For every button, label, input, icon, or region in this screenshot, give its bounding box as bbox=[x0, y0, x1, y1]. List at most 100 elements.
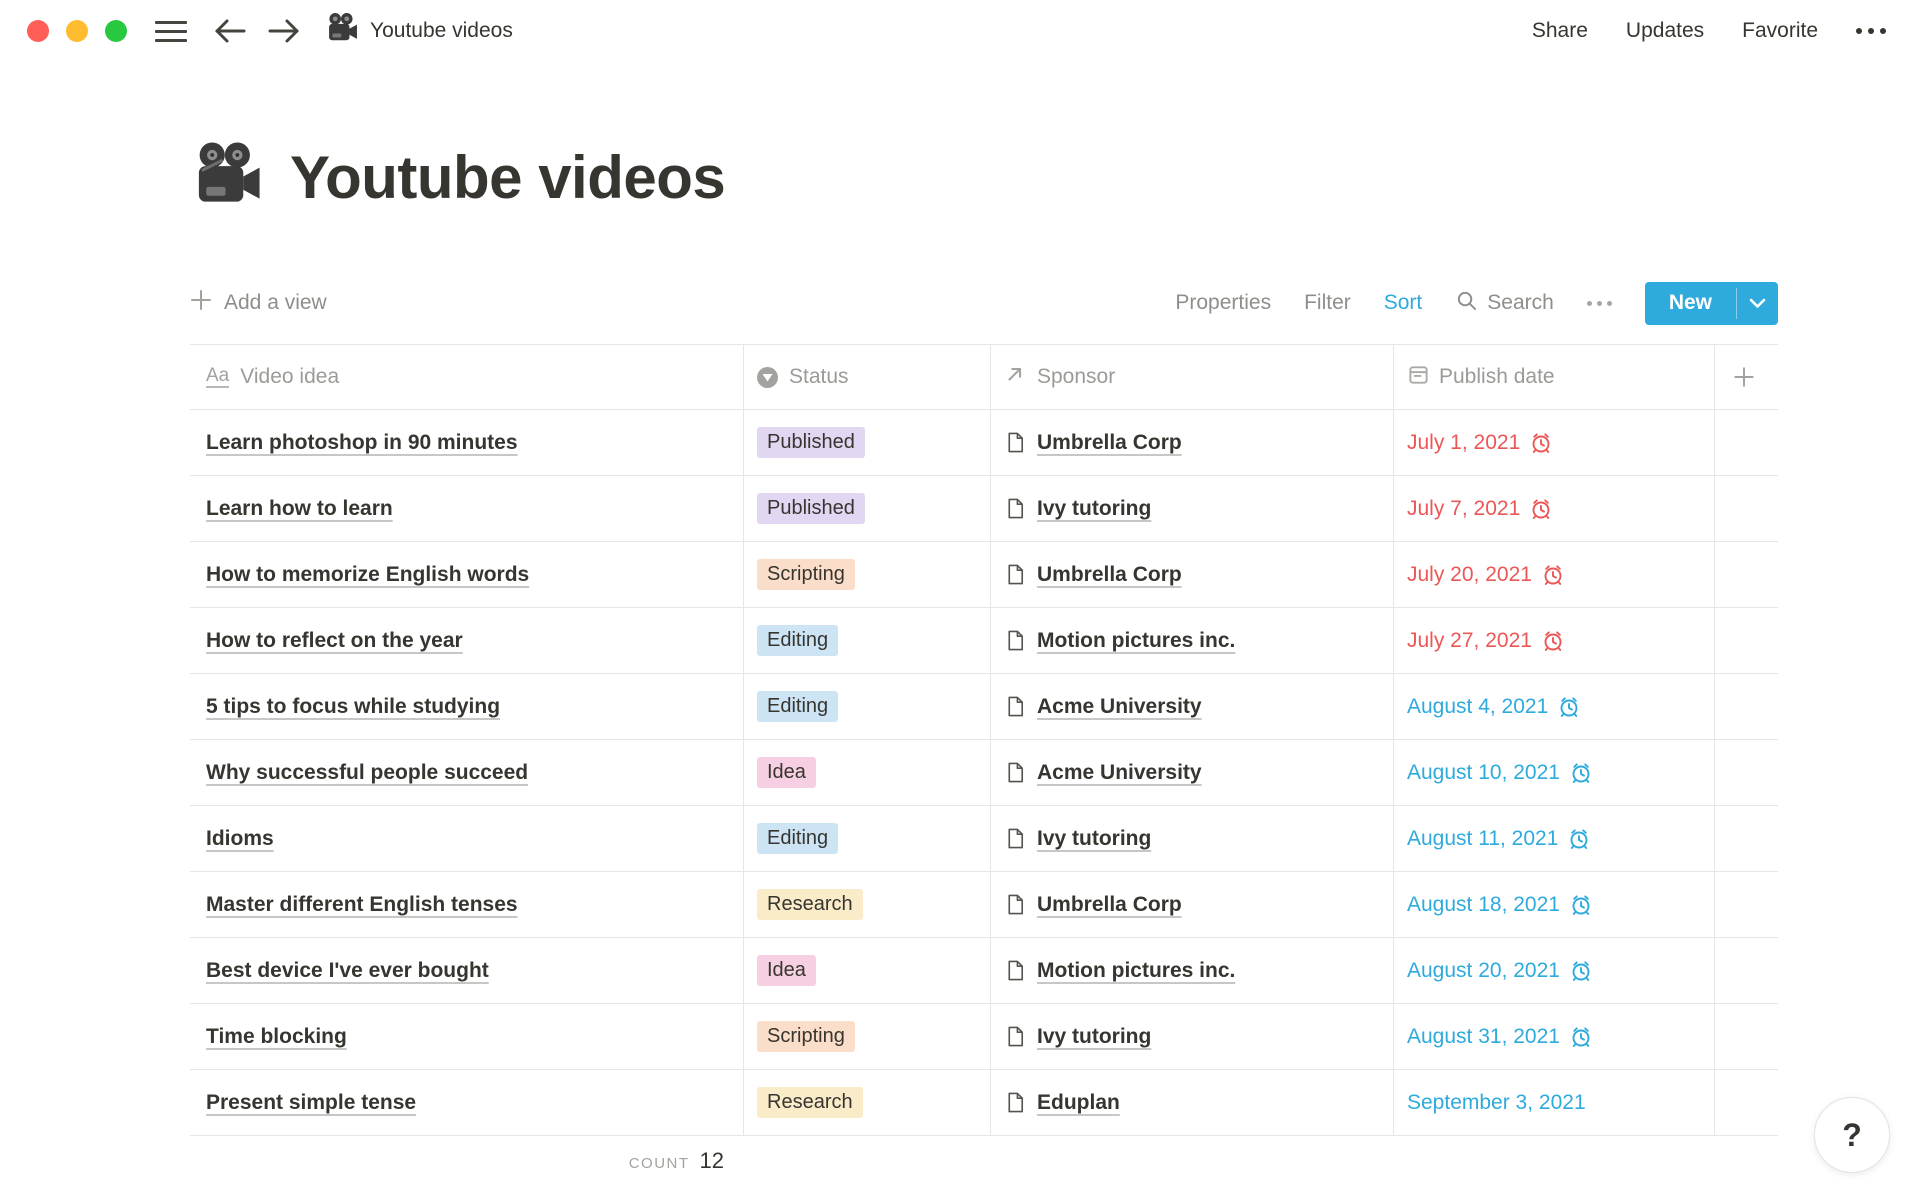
sponsor-cell[interactable]: Umbrella Corp bbox=[991, 410, 1394, 475]
sponsor-cell[interactable]: Ivy tutoring bbox=[991, 1004, 1394, 1069]
status-cell[interactable]: Research bbox=[744, 1070, 991, 1135]
video-idea-cell[interactable]: Learn how to learn bbox=[190, 476, 744, 541]
column-header-publish-date[interactable]: Publish date bbox=[1394, 345, 1715, 409]
updates-button[interactable]: Updates bbox=[1626, 19, 1704, 43]
video-idea-text: Present simple tense bbox=[206, 1091, 416, 1115]
sponsor-cell[interactable]: Acme University bbox=[991, 740, 1394, 805]
video-idea-text: How to memorize English words bbox=[206, 563, 529, 587]
forward-arrow-icon[interactable] bbox=[267, 16, 301, 46]
publish-date-cell[interactable]: July 20, 2021 bbox=[1394, 542, 1715, 607]
status-cell[interactable]: Idea bbox=[744, 740, 991, 805]
status-badge: Idea bbox=[757, 955, 816, 986]
back-arrow-icon[interactable] bbox=[213, 16, 247, 46]
status-cell[interactable]: Scripting bbox=[744, 542, 991, 607]
sponsor-cell[interactable]: Ivy tutoring bbox=[991, 806, 1394, 871]
video-idea-cell[interactable]: 5 tips to focus while studying bbox=[190, 674, 744, 739]
more-options-icon[interactable] bbox=[1856, 28, 1886, 34]
video-idea-text: Idioms bbox=[206, 827, 274, 851]
video-idea-text: Time blocking bbox=[206, 1025, 347, 1049]
status-cell[interactable]: Scripting bbox=[744, 1004, 991, 1069]
page-title[interactable]: Youtube videos bbox=[290, 143, 725, 212]
column-header-status[interactable]: Status bbox=[744, 345, 991, 409]
movie-camera-icon bbox=[325, 11, 359, 51]
publish-date-cell[interactable]: August 10, 2021 bbox=[1394, 740, 1715, 805]
video-idea-cell[interactable]: Best device I've ever bought bbox=[190, 938, 744, 1003]
publish-date-cell[interactable]: August 11, 2021 bbox=[1394, 806, 1715, 871]
status-badge: Editing bbox=[757, 691, 838, 722]
favorite-button[interactable]: Favorite bbox=[1742, 19, 1818, 43]
chevron-down-icon[interactable] bbox=[1737, 282, 1778, 325]
add-view-button[interactable]: Add a view bbox=[190, 289, 327, 317]
alarm-clock-icon bbox=[1541, 629, 1565, 653]
sort-button[interactable]: Sort bbox=[1384, 291, 1423, 315]
sponsor-cell[interactable]: Eduplan bbox=[991, 1070, 1394, 1135]
status-badge: Editing bbox=[757, 823, 838, 854]
sponsor-cell[interactable]: Acme University bbox=[991, 674, 1394, 739]
date-text: September 3, 2021 bbox=[1407, 1091, 1586, 1115]
column-label: Publish date bbox=[1439, 365, 1555, 389]
breadcrumb[interactable]: Youtube videos bbox=[325, 11, 513, 51]
status-cell[interactable]: Editing bbox=[744, 674, 991, 739]
publish-date-cell[interactable]: August 4, 2021 bbox=[1394, 674, 1715, 739]
properties-button[interactable]: Properties bbox=[1175, 291, 1271, 315]
video-idea-text: Master different English tenses bbox=[206, 893, 518, 917]
video-idea-cell[interactable]: Learn photoshop in 90 minutes bbox=[190, 410, 744, 475]
table-row: Idioms Editing Ivy tutoring August 11, 2… bbox=[190, 806, 1778, 872]
video-idea-text: Learn photoshop in 90 minutes bbox=[206, 431, 518, 455]
status-cell[interactable]: Editing bbox=[744, 806, 991, 871]
status-badge: Editing bbox=[757, 625, 838, 656]
search-button[interactable]: Search bbox=[1455, 289, 1554, 318]
publish-date-cell[interactable]: August 18, 2021 bbox=[1394, 872, 1715, 937]
table-row: How to memorize English words Scripting … bbox=[190, 542, 1778, 608]
publish-date-cell[interactable]: July 27, 2021 bbox=[1394, 608, 1715, 673]
new-button[interactable]: New bbox=[1645, 282, 1778, 325]
filter-button[interactable]: Filter bbox=[1304, 291, 1351, 315]
status-cell[interactable]: Published bbox=[744, 476, 991, 541]
status-cell[interactable]: Editing bbox=[744, 608, 991, 673]
table-footer[interactable]: COUNT 12 bbox=[190, 1148, 744, 1174]
column-header-sponsor[interactable]: Sponsor bbox=[991, 345, 1394, 409]
publish-date-cell[interactable]: August 20, 2021 bbox=[1394, 938, 1715, 1003]
sponsor-name: Ivy tutoring bbox=[1037, 497, 1151, 521]
sponsor-cell[interactable]: Ivy tutoring bbox=[991, 476, 1394, 541]
date-text: July 1, 2021 bbox=[1407, 431, 1520, 455]
video-idea-cell[interactable]: Idioms bbox=[190, 806, 744, 871]
help-button[interactable]: ? bbox=[1814, 1097, 1890, 1173]
database-table: Aa Video idea Status Sponsor Publish dat… bbox=[190, 344, 1778, 1136]
alarm-clock-icon bbox=[1567, 827, 1591, 851]
minimize-window-button[interactable] bbox=[66, 20, 88, 42]
video-idea-cell[interactable]: Time blocking bbox=[190, 1004, 744, 1069]
sponsor-cell[interactable]: Umbrella Corp bbox=[991, 542, 1394, 607]
column-header-video-idea[interactable]: Aa Video idea bbox=[190, 345, 744, 409]
status-cell[interactable]: Idea bbox=[744, 938, 991, 1003]
status-cell[interactable]: Published bbox=[744, 410, 991, 475]
publish-date-cell[interactable]: September 3, 2021 bbox=[1394, 1070, 1715, 1135]
publish-date-cell[interactable]: July 7, 2021 bbox=[1394, 476, 1715, 541]
share-button[interactable]: Share bbox=[1532, 19, 1588, 43]
video-idea-cell[interactable]: Why successful people succeed bbox=[190, 740, 744, 805]
sidebar-menu-icon[interactable] bbox=[155, 21, 187, 42]
status-badge: Idea bbox=[757, 757, 816, 788]
status-cell[interactable]: Research bbox=[744, 872, 991, 937]
publish-date-cell[interactable]: August 31, 2021 bbox=[1394, 1004, 1715, 1069]
row-trailing-cell bbox=[1715, 872, 1777, 937]
video-idea-cell[interactable]: How to memorize English words bbox=[190, 542, 744, 607]
add-view-label: Add a view bbox=[224, 291, 327, 315]
add-column-button[interactable] bbox=[1715, 345, 1777, 409]
video-idea-cell[interactable]: Master different English tenses bbox=[190, 872, 744, 937]
sponsor-cell[interactable]: Motion pictures inc. bbox=[991, 938, 1394, 1003]
sponsor-cell[interactable]: Motion pictures inc. bbox=[991, 608, 1394, 673]
close-window-button[interactable] bbox=[27, 20, 49, 42]
page-icon bbox=[1004, 827, 1027, 850]
video-idea-cell[interactable]: Present simple tense bbox=[190, 1070, 744, 1135]
publish-date-cell[interactable]: July 1, 2021 bbox=[1394, 410, 1715, 475]
page-icon bbox=[1004, 563, 1027, 586]
date-text: August 20, 2021 bbox=[1407, 959, 1560, 983]
view-more-options-icon[interactable] bbox=[1587, 301, 1612, 306]
date-text: August 31, 2021 bbox=[1407, 1025, 1560, 1049]
zoom-window-button[interactable] bbox=[105, 20, 127, 42]
video-idea-cell[interactable]: How to reflect on the year bbox=[190, 608, 744, 673]
date-text: August 18, 2021 bbox=[1407, 893, 1560, 917]
movie-camera-icon[interactable] bbox=[190, 138, 264, 217]
sponsor-cell[interactable]: Umbrella Corp bbox=[991, 872, 1394, 937]
